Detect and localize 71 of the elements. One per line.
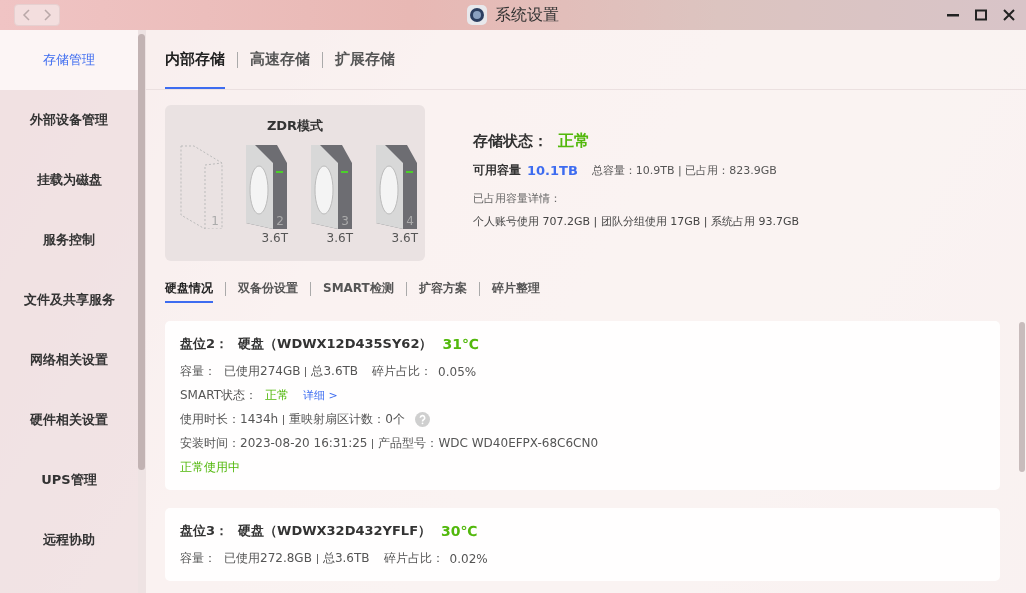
usage-hours: 使用时长：1434h [180, 411, 279, 428]
capacity-label: 容量： [180, 363, 216, 380]
sub-tab[interactable]: SMART检测 [323, 275, 394, 303]
capacity-used: 已使用274GB [224, 363, 301, 380]
app-icon [467, 5, 487, 25]
sidebar-item[interactable]: 文件及共享服务 [0, 270, 138, 330]
sidebar-item[interactable]: 挂载为磁盘 [0, 150, 138, 210]
usage-detail-label: 已占用容量详情： [473, 191, 562, 206]
sidebar-item[interactable]: 远程协助 [0, 510, 138, 570]
sub-tab[interactable]: 扩容方案 [418, 275, 467, 303]
close-icon [1003, 9, 1015, 21]
capacity-totals: 总容量：10.9TB | 已占用：823.9GB [591, 163, 777, 178]
install-time: 安装时间：2023-08-20 16:31:25 [180, 435, 368, 452]
sub-tab[interactable]: 碎片整理 [491, 275, 540, 303]
sidebar-item[interactable]: 外部设备管理 [0, 90, 138, 150]
close-button[interactable] [1002, 8, 1016, 22]
capacity-used: 已使用272.8GB [224, 550, 312, 567]
disk-slot: 盘位3： [180, 522, 229, 540]
chevron-left-icon [22, 9, 30, 21]
tab[interactable]: 高速存储 [250, 30, 310, 89]
remapped-sectors: 重映射扇区计数：0个 [289, 411, 405, 428]
capacity-label: 容量： [180, 550, 216, 567]
hard-drive-icon [310, 145, 353, 229]
storage-status-value: 正常 [558, 131, 590, 152]
disk-state: 正常使用中 [180, 459, 240, 476]
tab[interactable]: 扩展存储 [335, 30, 395, 89]
maximize-button[interactable] [974, 8, 988, 22]
disk-size: 3.6T [326, 231, 353, 245]
help-icon[interactable] [414, 412, 430, 427]
available-value: 10.1TB [527, 163, 578, 178]
scrollbar-thumb[interactable] [1019, 322, 1025, 472]
scrollbar-thumb[interactable] [138, 34, 145, 470]
sidebar-item[interactable]: UPS管理 [0, 450, 138, 510]
sidebar-item[interactable]: 存储管理 [0, 30, 138, 90]
bay-number: 1 [211, 214, 219, 228]
empty-bay-icon [180, 145, 223, 229]
fragment-value: 0.02% [449, 551, 488, 566]
product-model: 产品型号：WDC WD40EFPX-68C6CN0 [378, 435, 599, 452]
disk-size: 3.6T [391, 231, 418, 245]
disk-slot: 盘位2： [180, 335, 229, 353]
bay-number: 3 [341, 214, 349, 228]
chevron-right-icon [44, 9, 52, 21]
sidebar-item[interactable]: 服务控制 [0, 210, 138, 270]
disk-name: 硬盘（WDWX32D432YFLF） [238, 522, 431, 540]
bay-number: 2 [276, 214, 284, 228]
maximize-icon [975, 9, 987, 21]
smart-label: SMART状态： [180, 387, 257, 404]
capacity-total: 总3.6TB [322, 550, 370, 567]
array-mode: ZDR模式 [266, 117, 324, 135]
bay-number: 4 [406, 214, 414, 228]
sidebar-item[interactable]: 硬件相关设置 [0, 390, 138, 450]
sub-tab[interactable]: 双备份设置 [238, 275, 298, 303]
disk-temperature: 30℃ [441, 523, 478, 539]
tab[interactable]: 内部存储 [165, 30, 225, 89]
storage-status-label: 存储状态： [473, 132, 548, 151]
disk-name: 硬盘（WDWX12D435SY62） [238, 335, 433, 353]
fragment-label: 碎片占比： [372, 363, 433, 380]
smart-status: 正常 [265, 387, 289, 404]
sub-tab[interactable]: 硬盘情况 [165, 275, 213, 303]
fragment-value: 0.05% [438, 364, 477, 379]
details-link[interactable]: 详细 > [303, 388, 338, 403]
window-title: 系统设置 [495, 4, 559, 26]
available-label: 可用容量 [473, 162, 521, 179]
hard-drive-icon [245, 145, 288, 229]
disk-size: 3.6T [261, 231, 288, 245]
capacity-total: 总3.6TB [311, 363, 359, 380]
usage-detail: 个人账号使用 707.2GB | 团队分组使用 17GB | 系统占用 93.7GB [473, 214, 800, 229]
fragment-label: 碎片占比： [383, 550, 444, 567]
sidebar-item[interactable]: 网络相关设置 [0, 330, 138, 390]
hard-drive-icon [375, 145, 418, 229]
disk-temperature: 31℃ [442, 336, 479, 352]
